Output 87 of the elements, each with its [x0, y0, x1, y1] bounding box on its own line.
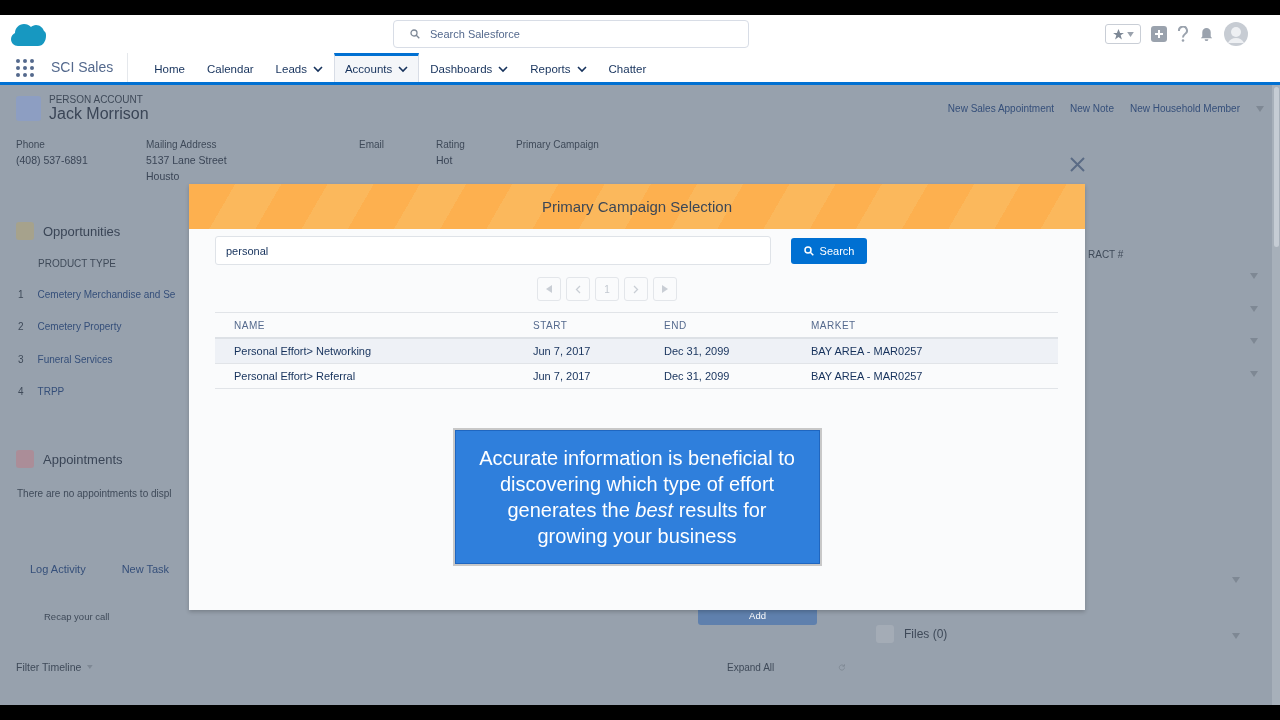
caret-down-icon[interactable] — [1232, 633, 1240, 639]
action-button[interactable]: New Note — [1070, 103, 1114, 114]
field-value: Housto — [146, 170, 181, 182]
table-cell-text: Jun 7, 2017 — [533, 370, 592, 382]
field-label: Rating — [436, 139, 466, 150]
column-header: MARKET — [811, 319, 857, 331]
opportunity-link[interactable]: TRPP — [37, 386, 65, 398]
first-page-button[interactable] — [537, 277, 561, 301]
caret-down-icon[interactable] — [1250, 305, 1258, 312]
action-button[interactable]: New Household Member — [1129, 103, 1240, 114]
search-icon — [410, 29, 420, 39]
field-label: Phone — [16, 139, 46, 150]
column-header: NAME — [234, 319, 266, 331]
card-title: Opportunities — [43, 223, 121, 239]
caret-down-icon[interactable] — [1250, 370, 1258, 377]
favorites-button[interactable] — [1105, 24, 1141, 44]
caret-down-icon[interactable] — [1232, 577, 1240, 583]
row-number: 1 — [18, 288, 24, 300]
caret-down-icon[interactable] — [1250, 338, 1258, 345]
activity-tab[interactable]: Log Activity — [30, 563, 86, 575]
record-name: Jack Morrison — [49, 105, 149, 123]
caret-down-icon[interactable] — [1256, 105, 1264, 112]
chevron-right-icon — [633, 284, 639, 294]
opportunity-link[interactable]: Cemetery Property — [37, 321, 122, 333]
record-type: PERSON ACCOUNT — [49, 94, 144, 105]
filter-timeline[interactable]: Filter Timeline — [16, 661, 82, 673]
expand-all-link[interactable]: Expand All — [727, 661, 775, 673]
column-header: END — [664, 319, 688, 331]
table-cell-text: Jun 7, 2017 — [533, 345, 592, 357]
table-cell-text: Personal Effort> Networking — [234, 345, 373, 357]
last-page-button[interactable] — [653, 277, 677, 301]
caret-down-icon[interactable] — [1250, 273, 1258, 280]
row-number: 2 — [18, 321, 24, 333]
field-value: 5137 Lane Street — [146, 154, 228, 166]
chevron-left-icon — [575, 284, 581, 294]
cloud-logo[interactable] — [10, 21, 47, 47]
card-title: Files (0) — [904, 627, 948, 641]
field-label: Mailing Address — [146, 139, 218, 150]
activity-tab[interactable]: New Task — [121, 563, 170, 575]
chevron-down-icon[interactable] — [498, 65, 509, 73]
caret-down-icon[interactable] — [87, 664, 93, 670]
previous-page-button[interactable] — [566, 277, 590, 301]
recap-field[interactable]: Recap your call — [44, 611, 110, 622]
campaign-row[interactable]: Personal Effort> Referral Jun 7, 2017 Dec 31, 2099 BAY AREA - MAR0257 — [215, 364, 1058, 389]
row-number: 3 — [18, 353, 24, 365]
field-label: Email — [359, 139, 385, 150]
star-icon — [1112, 27, 1125, 41]
app-launcher-icon[interactable] — [16, 58, 34, 77]
avatar[interactable] — [1224, 22, 1248, 46]
nav-tab[interactable]: Accounts — [333, 53, 420, 82]
column-header: START — [533, 319, 569, 331]
search-icon — [803, 245, 814, 256]
table-cell-text: BAY AREA - MAR0257 — [811, 370, 924, 382]
row-number: 4 — [18, 386, 24, 398]
callout-text: Accurate information is beneficial to discovering which type of effort generates the best results for growing your business — [478, 446, 796, 549]
caret-down-icon — [1127, 31, 1134, 37]
first-page-icon — [546, 285, 552, 293]
chevron-down-icon[interactable] — [576, 65, 587, 73]
opportunity-link[interactable]: Cemetery Merchandise and Se — [37, 288, 176, 300]
last-page-icon — [662, 285, 668, 293]
table-cell-text: Dec 31, 2099 — [664, 370, 731, 382]
app-name: SCI Sales — [51, 53, 129, 82]
help-icon[interactable] — [1177, 26, 1189, 42]
search-button[interactable]: Search — [791, 237, 867, 264]
card-title: Appointments — [43, 451, 123, 467]
modal-title: Primary Campaign Selection — [189, 184, 1085, 229]
next-page-button[interactable] — [624, 277, 648, 301]
chevron-down-icon[interactable] — [312, 65, 323, 73]
bell-icon[interactable] — [1199, 26, 1214, 42]
column-header: PRODUCT TYPE — [38, 258, 117, 269]
opportunity-link[interactable]: Funeral Services — [37, 353, 113, 365]
search-field[interactable]: Search Salesforce — [393, 20, 749, 48]
plus-icon[interactable] — [1151, 26, 1167, 42]
table-cell-text: BAY AREA - MAR0257 — [811, 345, 924, 357]
close-icon[interactable] — [1070, 157, 1085, 172]
campaign-row[interactable]: Personal Effort> Networking Jun 7, 2017 Dec 31, 2099 BAY AREA - MAR0257 — [215, 339, 1058, 364]
empty-message: There are no appointments to displ — [17, 488, 173, 499]
table-cell-text: Dec 31, 2099 — [664, 345, 731, 357]
action-button[interactable]: New Sales Appointment — [947, 103, 1055, 114]
field-value: Hot — [436, 154, 454, 166]
field-value: (408) 537-6891 — [16, 154, 89, 166]
scrollbar[interactable] — [1272, 85, 1280, 705]
search-input[interactable]: personal — [215, 236, 771, 265]
chevron-down-icon[interactable] — [398, 65, 409, 73]
field-label: Primary Campaign — [516, 139, 600, 150]
column-header: RACT # — [1088, 249, 1125, 260]
table-cell-text: Personal Effort> Referral — [234, 370, 357, 382]
